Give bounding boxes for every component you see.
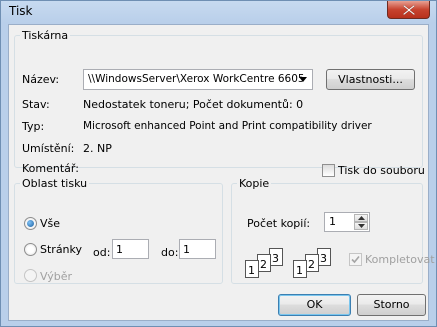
printer-name-label: Název: [22, 73, 60, 86]
printer-name-value: \\WindowsServer\Xerox WorkCentre 6605 [88, 73, 305, 85]
collate-label[interactable]: Kompletovat [365, 253, 435, 266]
status-label: Stav: [22, 98, 50, 111]
collate-checkbox[interactable] [349, 253, 362, 266]
printer-group-label: Tiskárna [22, 29, 69, 42]
range-to-input[interactable] [179, 239, 216, 259]
copies-group: Kopie Počet kopií: 1 3 2 1 3 2 1 Komplet… [231, 177, 435, 284]
window-title: Tisk [9, 4, 33, 18]
print-dialog: Tisk Tiskárna Název: \\WindowsServer\Xer… [0, 0, 437, 327]
range-pages-radio[interactable] [24, 243, 37, 256]
ok-button[interactable]: OK [278, 294, 351, 316]
checkmark-icon [351, 255, 360, 264]
decrease-copies-button[interactable] [354, 222, 368, 230]
print-range-group: Oblast tisku Vše Stránky od: do: Výběr [14, 177, 223, 284]
collate-page-1: 1 [245, 260, 259, 278]
close-icon [403, 5, 415, 15]
location-label: Umístění: [22, 142, 75, 155]
comment-label: Komentář: [22, 162, 79, 175]
printer-group: Tiskárna Název: \\WindowsServer\Xerox Wo… [14, 29, 425, 177]
collate-illustration-icon: 3 2 1 [245, 248, 287, 280]
title-bar[interactable]: Tisk [1, 1, 436, 23]
chevron-up-icon [358, 216, 365, 220]
range-from-label: od: [93, 246, 111, 259]
print-to-file-label[interactable]: Tisk do souboru [338, 164, 425, 177]
range-selection-radio[interactable] [24, 269, 37, 282]
range-from-input[interactable] [112, 239, 149, 259]
collate-page-3: 3 [317, 248, 331, 266]
collate-page-3: 3 [269, 248, 283, 266]
chevron-down-icon [358, 224, 365, 228]
collate-page-1: 1 [293, 260, 307, 278]
chevron-down-icon [299, 77, 307, 82]
copies-count-label: Počet kopií: [247, 217, 311, 230]
type-value: Microsoft enhanced Point and Print compa… [83, 120, 372, 132]
status-value: Nedostatek toneru; Počet dokumentů: 0 [83, 98, 304, 111]
dialog-body: Tiskárna Název: \\WindowsServer\Xerox Wo… [8, 24, 435, 321]
printer-name-select[interactable]: \\WindowsServer\Xerox WorkCentre 6605 [83, 69, 313, 90]
copies-group-label: Kopie [239, 177, 270, 190]
increase-copies-button[interactable] [354, 214, 368, 222]
range-all-label[interactable]: Vše [40, 217, 60, 230]
collate-page-2: 2 [305, 254, 319, 272]
range-pages-label[interactable]: Stránky [40, 243, 82, 256]
print-range-group-label: Oblast tisku [22, 177, 88, 190]
type-label: Typ: [22, 120, 45, 133]
print-to-file-checkbox[interactable] [322, 164, 335, 177]
range-to-label: do: [161, 246, 179, 259]
properties-button[interactable]: Vlastnosti... [326, 69, 415, 90]
copies-count-spinner[interactable]: 1 [324, 212, 370, 232]
range-selection-label[interactable]: Výběr [40, 270, 72, 283]
collate-illustration-icon: 3 2 1 [293, 248, 335, 280]
copies-count-value: 1 [329, 215, 336, 228]
range-all-radio[interactable] [24, 217, 37, 230]
close-button[interactable] [387, 1, 430, 19]
location-value: 2. NP [83, 142, 112, 155]
collate-page-2: 2 [257, 254, 271, 272]
cancel-button[interactable]: Storno [357, 294, 426, 316]
